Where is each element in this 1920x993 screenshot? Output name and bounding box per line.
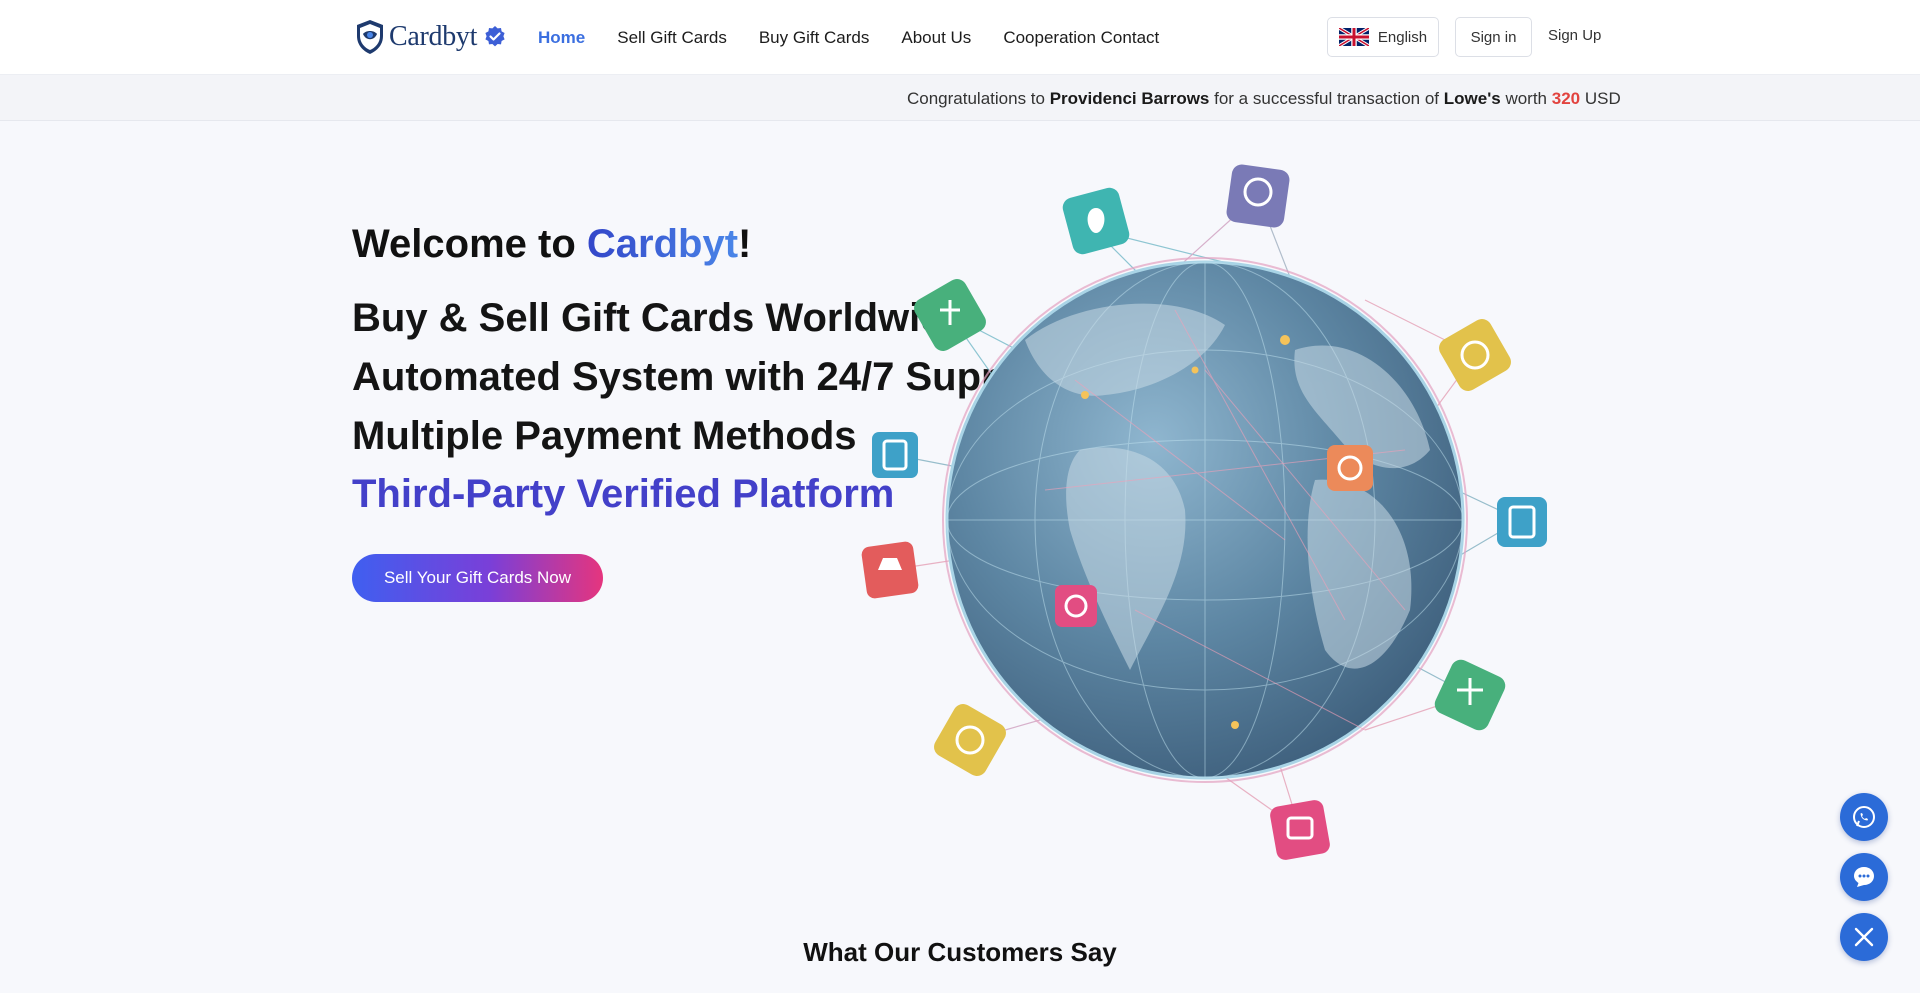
ticker-prefix: Congratulations to (907, 89, 1045, 108)
ticker-currency: USD (1584, 89, 1621, 108)
gift-card-icon-pink-bottom (1270, 800, 1330, 860)
main-nav: Home Sell Gift Cards Buy Gift Cards Abou… (538, 0, 1191, 75)
whatsapp-button[interactable] (1840, 793, 1888, 841)
tagline-3: Multiple Payment Methods (352, 414, 857, 458)
ticker-middle: for a successful transaction of (1214, 89, 1440, 108)
gift-card-icon-violet (1226, 164, 1290, 228)
ticker-amount: 320 (1551, 89, 1581, 108)
xbox-card-icon-green (914, 279, 986, 351)
shield-logo-icon (357, 20, 383, 54)
spotify-card-icon-pink (1055, 585, 1097, 627)
xbox-card-icon-green-right (1434, 659, 1506, 731)
ticker-user-name: Providenci Barrows (1049, 89, 1210, 108)
chat-button[interactable] (1840, 853, 1888, 901)
nav-home[interactable]: Home (538, 28, 585, 48)
welcome-prefix: Welcome to (352, 222, 576, 266)
close-contact-button[interactable] (1840, 913, 1888, 961)
nav-buy-gift-cards[interactable]: Buy Gift Cards (759, 28, 870, 48)
steam-card-icon-yellow (1439, 319, 1511, 391)
welcome-suffix: ! (738, 222, 752, 266)
verified-badge-icon (485, 26, 505, 47)
top-header: Cardbyt Home Sell Gift Cards Buy Gift Ca… (0, 0, 1920, 75)
transaction-ticker: Congratulations to Providenci Barrows fo… (0, 75, 1920, 121)
steam-card-icon-yellow-left (934, 704, 1006, 776)
testimonials-heading: What Our Customers Say (803, 937, 1117, 967)
nav-sell-gift-cards[interactable]: Sell Gift Cards (617, 28, 727, 48)
language-selector[interactable]: English (1327, 17, 1439, 57)
signin-button[interactable]: Sign in (1455, 17, 1532, 57)
signup-link[interactable]: Sign Up (1548, 27, 1601, 44)
nav-cooperation-contact[interactable]: Cooperation Contact (1003, 28, 1159, 48)
nav-about-us[interactable]: About Us (901, 28, 971, 48)
brand-name: Cardbyt (389, 21, 478, 52)
uk-flag-icon (1338, 28, 1369, 46)
sell-gift-cards-button[interactable]: Sell Your Gift Cards Now (352, 554, 603, 602)
tagline-4: Third-Party Verified Platform (352, 472, 895, 516)
welcome-brand: Cardbyt (586, 222, 739, 266)
logo[interactable]: Cardbyt (355, 18, 507, 56)
ticker-message: Congratulations to Providenci Barrows fo… (907, 89, 1621, 109)
close-icon (1854, 927, 1874, 947)
playstation-card-icon-orange (1327, 445, 1373, 491)
language-label: English (1377, 28, 1428, 46)
whatsapp-icon (1853, 806, 1875, 828)
tablet-card-icon (872, 432, 918, 478)
chat-icon (1854, 867, 1874, 887)
globe-illustration (861, 164, 1547, 860)
apple-card-icon (1062, 187, 1130, 255)
tablet-card-icon-right (1497, 497, 1547, 547)
ticker-worth: worth (1505, 89, 1548, 108)
welcome-heading: Welcome to Cardbyt! (352, 222, 751, 267)
game-card-icon-red (861, 541, 919, 599)
ticker-card-name: Lowe's (1443, 89, 1501, 108)
